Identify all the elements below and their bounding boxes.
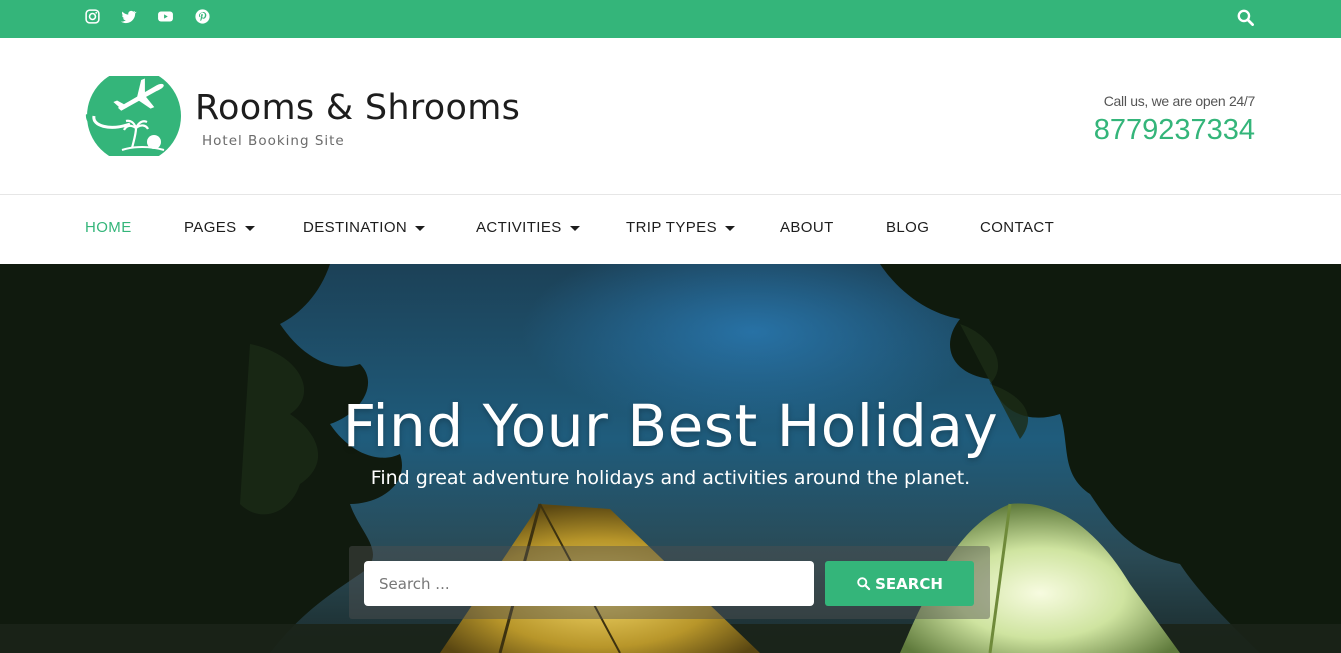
site-title[interactable]: Rooms & Shrooms	[195, 88, 520, 128]
caret-down-icon	[724, 226, 735, 231]
search-button-label: SEARCH	[875, 574, 943, 593]
nav-item-trip-types[interactable]: TRIP TYPES	[626, 219, 735, 236]
nav-item-label: DESTINATION	[303, 219, 408, 236]
youtube-icon[interactable]	[156, 8, 175, 25]
pinterest-icon[interactable]	[194, 8, 211, 25]
caret-down-icon	[244, 226, 255, 231]
search-icon	[857, 577, 871, 591]
search-button[interactable]: SEARCH	[825, 561, 974, 606]
site-tagline: Hotel Booking Site	[202, 133, 345, 149]
nav-item-home[interactable]: HOME	[85, 219, 132, 236]
hero-search-form: SEARCH	[349, 546, 990, 619]
nav-item-label: TRIP TYPES	[626, 219, 717, 236]
site-logo-icon[interactable]	[84, 76, 182, 156]
social-links	[84, 8, 211, 25]
site-header: Rooms & Shrooms Hotel Booking Site Call …	[0, 38, 1341, 195]
nav-item-label: ABOUT	[780, 219, 834, 236]
main-nav: HOME PAGES DESTINATION ACTIVITIES TRIP T…	[0, 195, 1341, 264]
nav-item-activities[interactable]: ACTIVITIES	[476, 219, 580, 236]
search-input[interactable]	[364, 561, 814, 606]
hero-subtitle: Find great adventure holidays and activi…	[370, 467, 971, 489]
nav-item-label: BLOG	[886, 219, 930, 236]
nav-item-about[interactable]: ABOUT	[780, 219, 834, 236]
nav-item-label: CONTACT	[980, 219, 1055, 236]
hero-title: Find Your Best Holiday	[342, 392, 999, 460]
top-bar	[0, 0, 1341, 38]
nav-item-pages[interactable]: PAGES	[184, 219, 255, 236]
phone-number[interactable]: 8779237334	[1094, 114, 1255, 147]
nav-item-contact[interactable]: CONTACT	[980, 219, 1054, 236]
search-icon[interactable]	[1236, 8, 1255, 27]
hero-banner: Find Your Best Holiday Find great advent…	[0, 264, 1341, 653]
nav-item-label: HOME	[85, 219, 132, 236]
twitter-icon[interactable]	[120, 8, 137, 25]
caret-down-icon	[569, 226, 580, 231]
instagram-icon[interactable]	[84, 8, 101, 25]
nav-item-blog[interactable]: BLOG	[886, 219, 929, 236]
nav-item-label: PAGES	[184, 219, 237, 236]
caret-down-icon	[415, 226, 426, 231]
nav-item-destination[interactable]: DESTINATION	[303, 219, 426, 236]
call-us-text: Call us, we are open 24/7	[1103, 93, 1256, 109]
nav-item-label: ACTIVITIES	[476, 219, 562, 236]
